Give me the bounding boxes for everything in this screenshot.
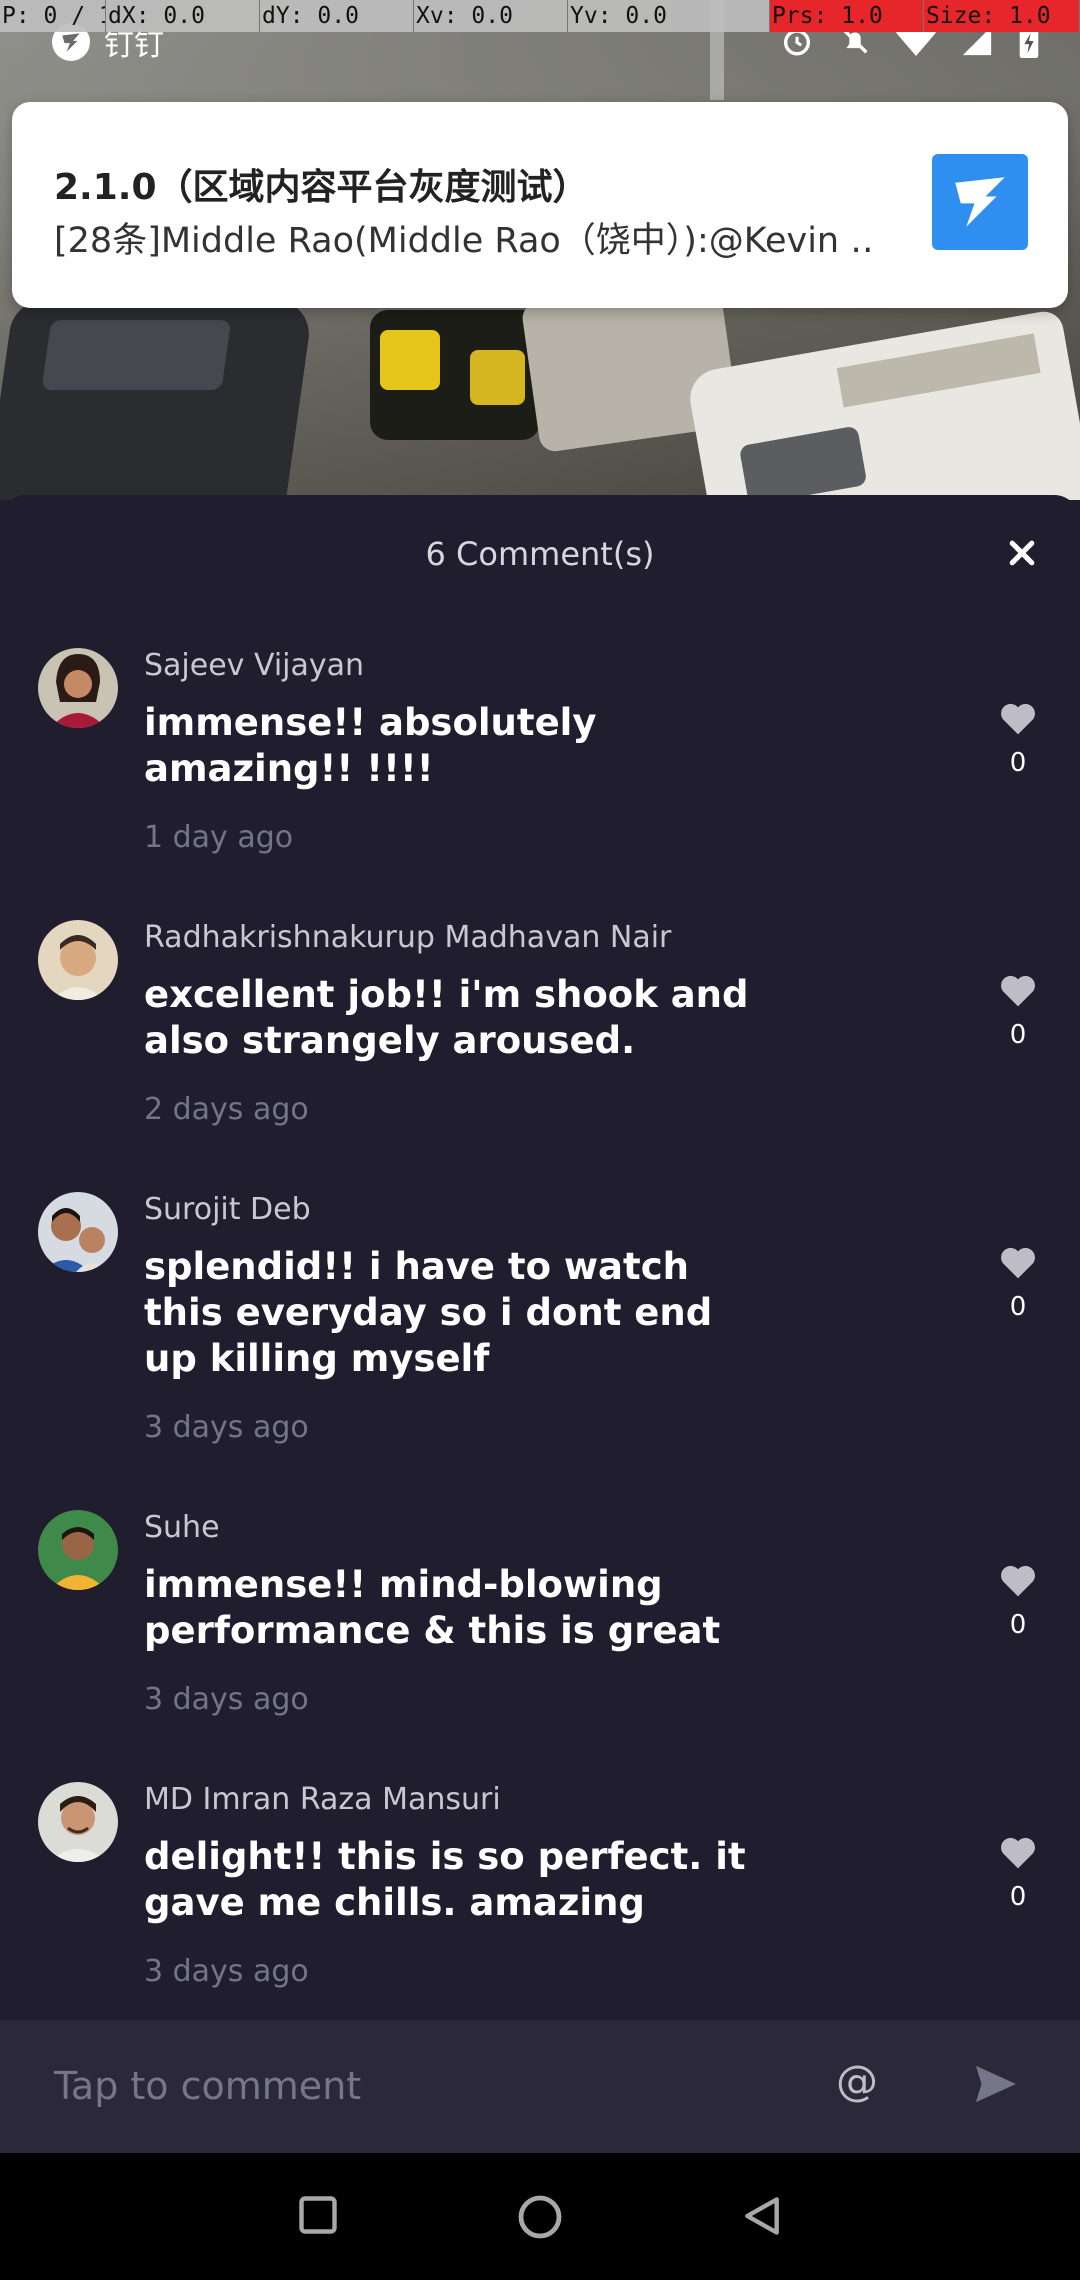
avatar[interactable]: [38, 1782, 118, 1862]
like-button[interactable]: 0: [994, 1244, 1042, 1322]
video-rickshaw: [370, 310, 540, 440]
video-car: [0, 300, 315, 500]
comment-author[interactable]: Sajeev Vijayan: [144, 648, 364, 683]
like-count: 0: [1009, 1292, 1027, 1322]
like-button[interactable]: 0: [994, 972, 1042, 1050]
comment-input-bar: Tap to comment @: [0, 2020, 1080, 2153]
like-count: 0: [1009, 1020, 1027, 1050]
recents-button[interactable]: [296, 2193, 340, 2241]
notification-card[interactable]: 2.1.0（区域内容平台灰度测试） [28条]Middle Rao(Middle…: [12, 102, 1068, 308]
avatar[interactable]: [38, 920, 118, 1000]
send-icon: [976, 2065, 1016, 2103]
debug-cell-dx: dX: 0.0: [106, 0, 260, 32]
like-button[interactable]: 0: [994, 700, 1042, 778]
comment-text: excellent job!! i'm shook and also stran…: [144, 973, 749, 1062]
comment-author[interactable]: MD Imran Raza Mansuri: [144, 1782, 501, 1817]
comment-text: splendid!! i have to watch this everyday…: [144, 1245, 713, 1380]
like-button[interactable]: 0: [994, 1834, 1042, 1912]
like-count: 0: [1009, 748, 1027, 778]
comment-time: 1 day ago: [144, 820, 294, 855]
heart-icon: [1001, 975, 1035, 1007]
like-button[interactable]: 0: [994, 1562, 1042, 1640]
comment-text: immense!! absolutely amazing!! !!!!: [144, 701, 597, 790]
comments-title: 6 Comment(s): [425, 535, 655, 573]
heart-icon: [1001, 703, 1035, 735]
heart-icon: [1001, 1565, 1035, 1597]
comment-time: 3 days ago: [144, 1410, 309, 1445]
comment-input[interactable]: Tap to comment: [54, 2064, 361, 2108]
comment-text: immense!! mind-blowing performance & thi…: [144, 1563, 721, 1652]
comment-time: 3 days ago: [144, 1954, 309, 1989]
avatar[interactable]: [38, 1192, 118, 1272]
heart-icon: [1001, 1837, 1035, 1869]
comment-time: 3 days ago: [144, 1682, 309, 1717]
debug-cell-prs: Prs: 1.0: [770, 0, 924, 32]
like-count: 0: [1009, 1610, 1027, 1640]
home-icon: [518, 2195, 562, 2239]
mention-button[interactable]: @: [836, 2056, 878, 2105]
navigation-bar: [0, 2153, 1080, 2280]
debug-cell-xv: Xv: 0.0: [414, 0, 568, 32]
avatar[interactable]: [38, 1510, 118, 1590]
comment-author[interactable]: Surojit Deb: [144, 1192, 311, 1227]
comment-author[interactable]: Suhe: [144, 1510, 220, 1545]
debug-cell-size: Size: 1.0: [924, 0, 1080, 32]
like-count: 0: [1009, 1882, 1027, 1912]
comment-text: delight!! this is so perfect. it gave me…: [144, 1835, 746, 1924]
comment-author[interactable]: Radhakrishnakurup Madhavan Nair: [144, 920, 671, 955]
heart-icon: [1001, 1247, 1035, 1279]
close-icon: [1009, 540, 1035, 566]
avatar[interactable]: [38, 648, 118, 728]
notification-title: 2.1.0（区域内容平台灰度测试）: [54, 167, 589, 208]
home-button[interactable]: [516, 2193, 564, 2245]
back-icon: [745, 2197, 779, 2235]
notification-body: [28条]Middle Rao(Middle Rao（饶中）):@Kevin ‥: [54, 221, 874, 261]
send-button[interactable]: [974, 2064, 1018, 2108]
recents-icon: [299, 2196, 337, 2234]
debug-cell-yv: Yv: 0.0: [568, 0, 770, 32]
back-button[interactable]: [740, 2193, 784, 2243]
dingtalk-icon: [932, 154, 1028, 250]
close-button[interactable]: [1000, 531, 1044, 575]
debug-cell-dy: dY: 0.0: [260, 0, 414, 32]
comment-time: 2 days ago: [144, 1092, 309, 1127]
debug-cell-pointer: P: 0 / 1: [0, 0, 106, 32]
comments-sheet: 6 Comment(s) Sajeev Vijayan immense!! ab…: [0, 495, 1080, 2155]
pointer-location-overlay: P: 0 / 1 dX: 0.0 dY: 0.0 Xv: 0.0 Yv: 0.0…: [0, 0, 1080, 32]
